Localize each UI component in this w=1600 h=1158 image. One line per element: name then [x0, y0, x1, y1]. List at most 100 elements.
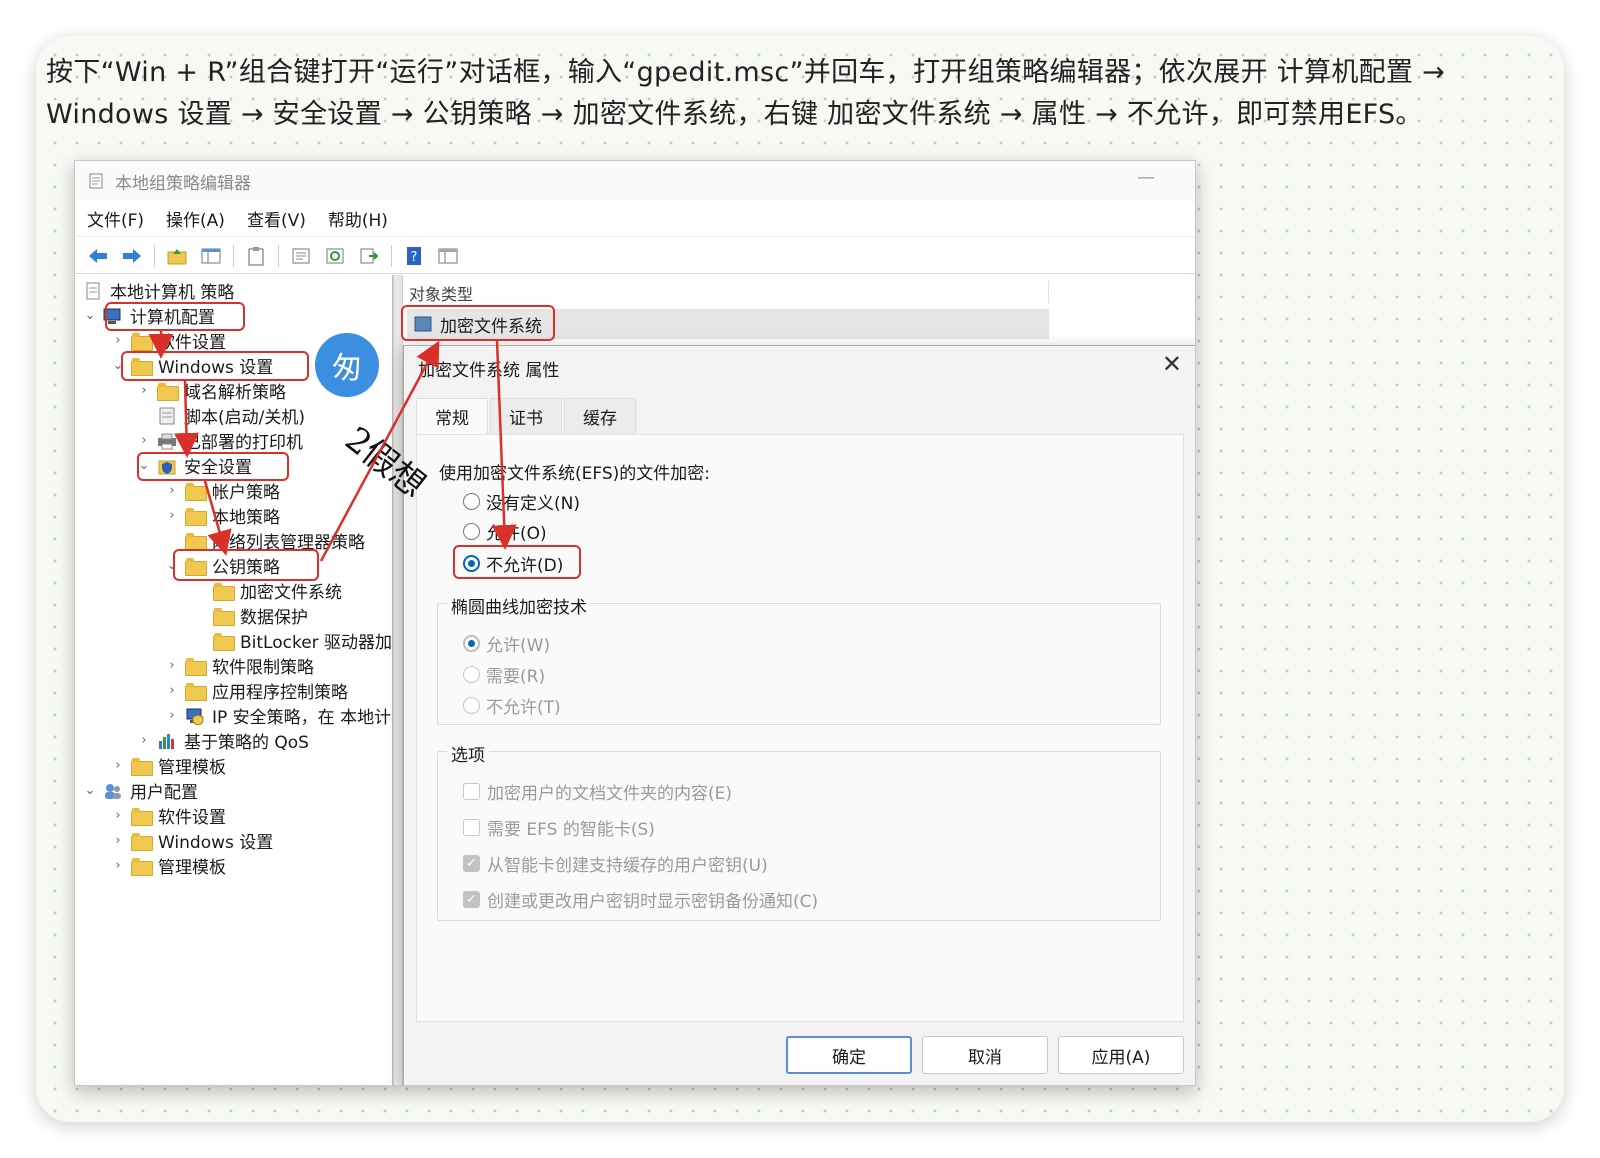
menu-file[interactable]: 文件(F) — [87, 206, 144, 231]
forward-icon[interactable] — [119, 244, 145, 268]
properties-icon[interactable] — [288, 244, 314, 268]
chevron-down-icon[interactable]: ⌄ — [83, 783, 97, 798]
checkbox-cache-key[interactable]: ✓ 从智能卡创建支持缓存的用户密钥(U) — [463, 851, 768, 876]
folder-icon — [131, 857, 153, 876]
options-group-title: 选项 — [447, 741, 489, 766]
folder-icon — [213, 632, 235, 651]
ok-button[interactable]: 确定 — [786, 1036, 912, 1074]
tree-root[interactable]: 本地计算机 策略 — [83, 278, 234, 303]
tree-label: 管理模板 — [158, 758, 226, 778]
dialog-title: 加密文件系统 属性 — [418, 361, 560, 381]
tree-label: 加密文件系统 — [240, 583, 342, 603]
folder-icon — [131, 757, 153, 776]
highlight-windows-settings — [121, 351, 309, 381]
minimize-button[interactable]: — — [1137, 167, 1155, 188]
menu-help[interactable]: 帮助(H) — [328, 206, 388, 231]
up-folder-icon[interactable] — [164, 244, 190, 268]
tree-item-bitlocker[interactable]: BitLocker 驱动器加 — [193, 628, 392, 653]
checkbox-label: 需要 EFS 的智能卡(S) — [487, 820, 655, 840]
radio-circle — [463, 523, 480, 540]
tree-item-scripts[interactable]: 脚本(启动/关机) — [137, 403, 305, 428]
chevron-right-icon[interactable]: › — [111, 833, 125, 848]
refresh-icon[interactable] — [322, 244, 348, 268]
toolbar: ? — [75, 238, 1195, 274]
radio-ecc-disallow[interactable]: 不允许(T) — [463, 693, 561, 718]
radio-label: 没有定义(N) — [486, 494, 580, 514]
tab-general[interactable]: 常规 — [416, 398, 488, 434]
tree-item-admin-templates[interactable]: › 管理模板 — [111, 753, 226, 778]
radio-circle-disabled — [463, 666, 480, 683]
chevron-right-icon[interactable]: › — [111, 808, 125, 823]
menu-view[interactable]: 查看(V) — [247, 206, 306, 231]
instruction-caption: 按下“Win + R”组合键打开“运行”对话框，输入“gpedit.msc”并回… — [46, 57, 1446, 130]
tab-certificates[interactable]: 证书 — [490, 398, 562, 434]
highlight-computer-config — [105, 302, 245, 331]
radio-circle — [463, 493, 480, 510]
radio-label: 允许(O) — [486, 524, 547, 544]
users-icon — [103, 782, 123, 800]
watermark-badge-icon: 匆 — [315, 333, 379, 397]
chevron-right-icon[interactable]: › — [165, 708, 179, 723]
efs-label: 使用加密文件系统(EFS)的文件加密: — [439, 464, 711, 484]
tree-item-qos[interactable]: › 基于策略的 QoS — [137, 728, 309, 753]
checkbox-require-smartcard[interactable]: 需要 EFS 的智能卡(S) — [463, 815, 655, 840]
chevron-right-icon[interactable]: › — [137, 383, 151, 398]
tree-label: BitLocker 驱动器加 — [240, 633, 393, 653]
folder-icon — [185, 507, 207, 526]
chevron-down-icon[interactable]: ⌄ — [83, 308, 97, 323]
tree-item-dns-policy[interactable]: › 域名解析策略 — [137, 378, 286, 403]
menu-bar: 文件(F) 操作(A) 查看(V) 帮助(H) — [75, 201, 1195, 237]
clipboard-icon[interactable] — [243, 244, 269, 268]
tree-label: 应用程序控制策略 — [212, 683, 348, 703]
menu-action[interactable]: 操作(A) — [166, 206, 225, 231]
tree-item-user-admin[interactable]: › 管理模板 — [111, 853, 226, 878]
checkbox-encrypt-documents[interactable]: 加密用户的文档文件夹的内容(E) — [463, 779, 732, 804]
export-icon[interactable] — [356, 244, 382, 268]
chevron-right-icon[interactable]: › — [165, 683, 179, 698]
chevron-right-icon[interactable]: › — [165, 483, 179, 498]
radio-ecc-require[interactable]: 需要(R) — [463, 662, 545, 687]
chevron-right-icon[interactable]: › — [111, 758, 125, 773]
checkbox-backup-notify[interactable]: ✓ 创建或更改用户密钥时显示密钥备份通知(C) — [463, 887, 818, 912]
radio-allow[interactable]: 允许(O) — [463, 519, 547, 544]
tab-cache[interactable]: 缓存 — [564, 398, 636, 434]
checkbox-checked-disabled: ✓ — [463, 891, 480, 908]
radio-ecc-allow[interactable]: 允许(W) — [463, 631, 550, 656]
tree-label: 本地策略 — [212, 508, 280, 528]
filter-view-icon[interactable] — [435, 244, 461, 268]
radio-not-defined[interactable]: 没有定义(N) — [463, 489, 580, 514]
radio-label: 需要(R) — [486, 667, 546, 687]
tree-item-software-restriction[interactable]: › 软件限制策略 — [165, 653, 314, 678]
tree-item-software-settings[interactable]: › 软件设置 — [111, 328, 226, 353]
chevron-right-icon[interactable]: › — [137, 433, 151, 448]
tree-item-user-config[interactable]: ⌄ 用户配置 — [83, 778, 198, 803]
tree-item-efs[interactable]: 加密文件系统 — [193, 578, 342, 603]
tree-item-app-control[interactable]: › 应用程序控制策略 — [165, 678, 348, 703]
gpedit-window: 本地组策略编辑器 — 文件(F) 操作(A) 查看(V) 帮助(H) ? 本地计… — [74, 160, 1196, 1086]
back-icon[interactable] — [85, 244, 111, 268]
apply-button[interactable]: 应用(A) — [1058, 1036, 1184, 1074]
tree-item-account-policy[interactable]: › 帐户策略 — [165, 478, 280, 503]
efs-properties-dialog: 加密文件系统 属性 ✕ 常规 证书 缓存 使用加密文件系统(EFS)的文件加密:… — [403, 345, 1195, 1085]
tree-item-user-software[interactable]: › 软件设置 — [111, 803, 226, 828]
pane-splitter[interactable] — [393, 275, 403, 1085]
tree-item-ipsec[interactable]: › IP 安全策略，在 本地计 — [165, 703, 391, 728]
cancel-button[interactable]: 取消 — [922, 1036, 1048, 1074]
chevron-right-icon[interactable]: › — [165, 508, 179, 523]
help-icon[interactable]: ? — [401, 244, 427, 268]
chevron-right-icon[interactable]: › — [111, 858, 125, 873]
checkbox-label: 从智能卡创建支持缓存的用户密钥(U) — [487, 856, 768, 876]
chevron-right-icon[interactable]: › — [111, 333, 125, 348]
tree-item-local-policy[interactable]: › 本地策略 — [165, 503, 280, 528]
chevron-right-icon[interactable]: › — [137, 733, 151, 748]
tree-item-user-windows[interactable]: › Windows 设置 — [111, 828, 273, 853]
highlight-security-settings — [137, 452, 289, 481]
close-icon[interactable]: ✕ — [1162, 350, 1182, 378]
tree-item-printers[interactable]: › 已部署的打印机 — [137, 428, 303, 453]
column-header-object-type[interactable]: 对象类型 — [409, 281, 1049, 304]
tree-item-data-protection[interactable]: 数据保护 — [193, 603, 308, 628]
svg-text:?: ? — [411, 250, 418, 265]
show-hide-tree-icon[interactable] — [198, 244, 224, 268]
chevron-right-icon[interactable]: › — [165, 658, 179, 673]
radio-label: 允许(W) — [486, 636, 551, 656]
